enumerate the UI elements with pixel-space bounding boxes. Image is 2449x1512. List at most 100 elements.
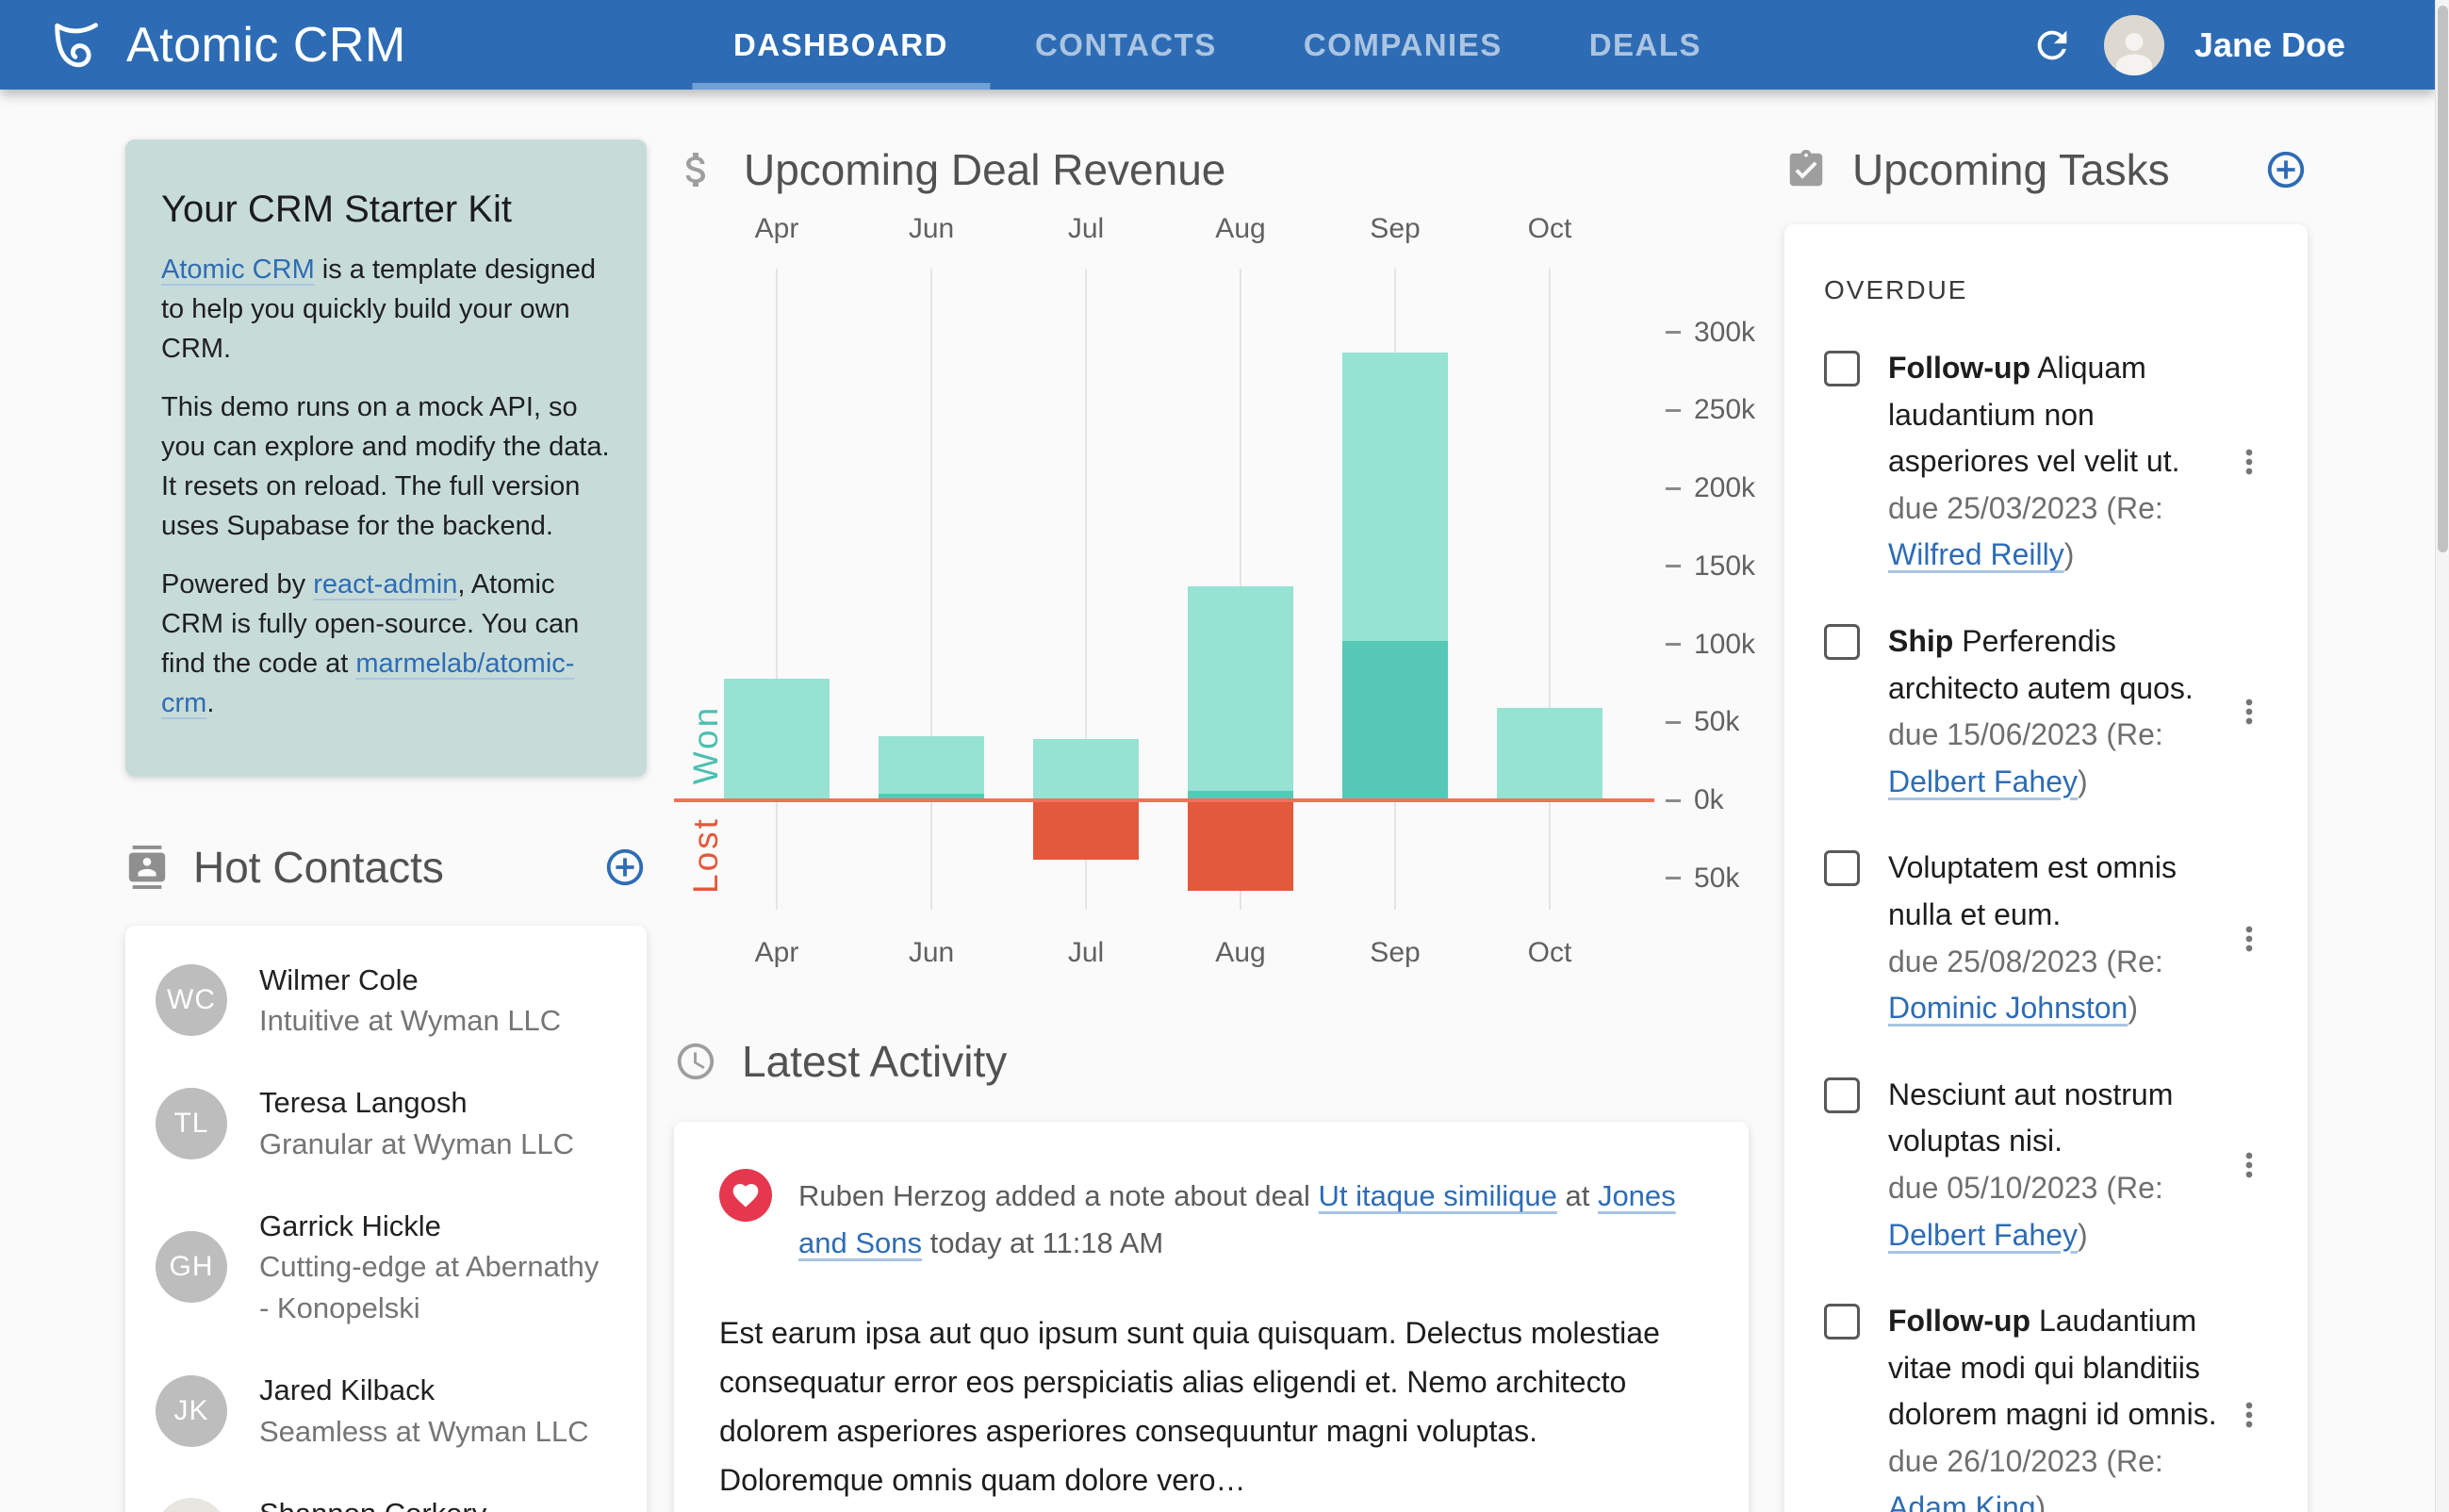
starter-paragraph: This demo runs on a mock API, so you can… [161,387,611,546]
bar-lost-aug [1188,800,1293,891]
user-avatar[interactable] [2103,14,2164,75]
task-checkbox[interactable] [1824,1076,1860,1113]
add-task-icon[interactable] [2264,148,2308,191]
contact-list-item[interactable]: Shannon CorkeryB2B at Farrell LLC [125,1472,647,1512]
more-options-icon[interactable] [2230,618,2268,805]
task-type: Follow-up [1888,1304,2031,1339]
contact-photo-avatar [156,1498,227,1512]
more-options-icon[interactable] [2230,1072,2268,1258]
x-axis-label-top: Jun [908,213,955,244]
scrollbar-thumb[interactable] [2438,6,2448,552]
tasks-header: Upcoming Tasks [1784,140,2308,200]
chart-area: Won Lost 300k 250k 200k 150k 100k 50k 0k 50k Ap… [674,200,1755,982]
task-item: Follow-up Aliquam laudantium non asperio… [1824,345,2268,579]
bar-lost-jul [1033,800,1139,860]
starter-link[interactable]: Atomic CRM [161,255,315,285]
hot-contacts-list: WC Wilmer Cole Intuitive at Wyman LLC TL Ter… [125,925,647,1512]
tick-label: 150k [1694,550,1756,582]
add-contact-icon[interactable] [603,846,647,889]
y-axis-tick: 200k [1666,472,1755,504]
revenue-title: Upcoming Deal Revenue [744,145,1226,194]
chart-zero-line [674,798,1654,802]
activity-header: Latest Activity [674,1031,1749,1092]
task-contact-link[interactable]: Delbert Fahey [1888,1218,2078,1252]
more-options-icon[interactable] [2230,345,2268,579]
contact-initials-avatar: TL [156,1087,227,1159]
user-name: Jane Doe [2194,25,2345,64]
y-axis-tick: 250k [1666,394,1755,426]
y-axis-tick: 50k [1666,863,1739,895]
tasks-icon [1784,148,1828,191]
deal-note-heart-icon [719,1169,772,1222]
tick-dash [1666,408,1681,412]
contacts-icon [125,845,169,889]
contact-detail: Seamless at Wyman LLC [259,1414,589,1448]
task-checkbox[interactable] [1824,623,1860,660]
activity-link[interactable]: Ut itaque similique [1319,1179,1557,1212]
scrollbar-track[interactable] [2435,0,2449,1512]
starter-text: This demo runs on a mock API, so you can… [161,392,610,542]
more-options-icon[interactable] [2230,845,2268,1031]
contact-list-item[interactable]: WC Wilmer Cole Intuitive at Wyman LLC [125,939,647,1062]
task-due: due 05/10/2023 (Re: Delbert Fahey) [1888,1170,2163,1252]
y-axis-tick: 50k [1666,706,1739,738]
x-axis-label-bottom: Apr [754,937,799,968]
contact-detail: Granular at Wyman LLC [259,1126,574,1160]
task-contact-link[interactable]: Wilfred Reilly [1888,537,2064,571]
won-axis-label: Won [686,704,725,785]
task-item: Nesciunt aut nostrum voluptas nisi. due 0… [1824,1072,2268,1258]
more-options-icon[interactable] [2230,1298,2268,1512]
contact-name: Garrick Hickle [259,1209,441,1243]
contact-list-item[interactable]: JK Jared Kilback Seamless at Wyman LLC [125,1349,647,1472]
tick-label: 200k [1694,472,1756,504]
tick-label: 300k [1694,316,1756,348]
task-text: Follow-up Laudantium vitae modi qui blan… [1888,1304,2217,1432]
task-checkbox[interactable] [1824,1304,1860,1340]
task-checkbox[interactable] [1824,850,1860,887]
tab-dashboard[interactable]: DASHBOARD [690,0,992,90]
contact-text: Shannon CorkeryB2B at Farrell LLC [259,1493,500,1512]
starter-text: Powered by [161,569,314,600]
activity-text: Ruben Herzog added a note about deal [798,1179,1319,1212]
clock-icon [674,1040,717,1083]
contact-list-item[interactable]: GH Garrick Hickle Cutting-edge at Abernath… [125,1185,647,1349]
tasks-section-label: OVERDUE [1824,275,1968,304]
task-contact-link[interactable]: Delbert Fahey [1888,764,2078,798]
nav-tabs: DASHBOARD CONTACTS COMPANIES DEALS [690,0,1745,90]
refresh-icon[interactable] [2030,24,2074,67]
task-text: Follow-up Aliquam laudantium non asperio… [1888,351,2180,479]
contact-list-item[interactable]: TL Teresa Langosh Granular at Wyman LLC [125,1061,647,1185]
starter-link[interactable]: react-admin [313,569,457,600]
tick-dash [1666,798,1681,802]
app-bar: Atomic CRM DASHBOARD CONTACTS COMPANIES DEA… [0,0,2435,90]
tick-dash [1666,877,1681,880]
contact-detail: Cutting-edge at Abernathy - Konopelski [259,1250,600,1324]
task-type: Ship [1888,623,1954,658]
contact-name: Shannon Corkery [259,1493,500,1512]
y-axis-tick: 150k [1666,551,1755,583]
activity-entries: Ruben Herzog added a note about deal Ut … [719,1169,1703,1512]
x-axis-label-bottom: Jun [908,937,955,968]
left-column: Your CRM Starter Kit Atomic CRM is a tem… [125,140,647,1512]
task-text: Nesciunt aut nostrum voluptas nisi. [1888,1076,2174,1159]
task-contact-link[interactable]: Adam King [1888,1490,2036,1512]
tab-contacts[interactable]: CONTACTS [992,0,1260,90]
bar-won-aug [1188,586,1293,792]
task-body: Ship Perferendis architecto autem quos. d… [1888,618,2217,805]
contact-name: Jared Kilback [259,1373,436,1407]
chart-plot: Won Lost 300k 250k 200k 150k 100k 50k 0k 50k [674,269,1755,910]
x-axis-label-bottom: Sep [1370,937,1421,968]
task-contact-link[interactable]: Dominic Johnston [1888,991,2128,1025]
tab-deals[interactable]: DEALS [1546,0,1745,90]
tick-dash [1666,331,1681,335]
y-axis-tick: 0k [1666,784,1724,816]
dollar-icon [674,147,719,192]
task-checkbox[interactable] [1824,351,1860,386]
activity-title: Latest Activity [742,1037,1008,1086]
x-axis-label-top: Oct [1527,213,1572,244]
tab-companies[interactable]: COMPANIES [1260,0,1546,90]
x-axis-label-top: Aug [1215,213,1266,244]
tick-label: 250k [1694,394,1756,426]
contact-text: Garrick Hickle Cutting-edge at Abernathy … [259,1206,616,1328]
contact-detail: Intuitive at Wyman LLC [259,1003,562,1037]
